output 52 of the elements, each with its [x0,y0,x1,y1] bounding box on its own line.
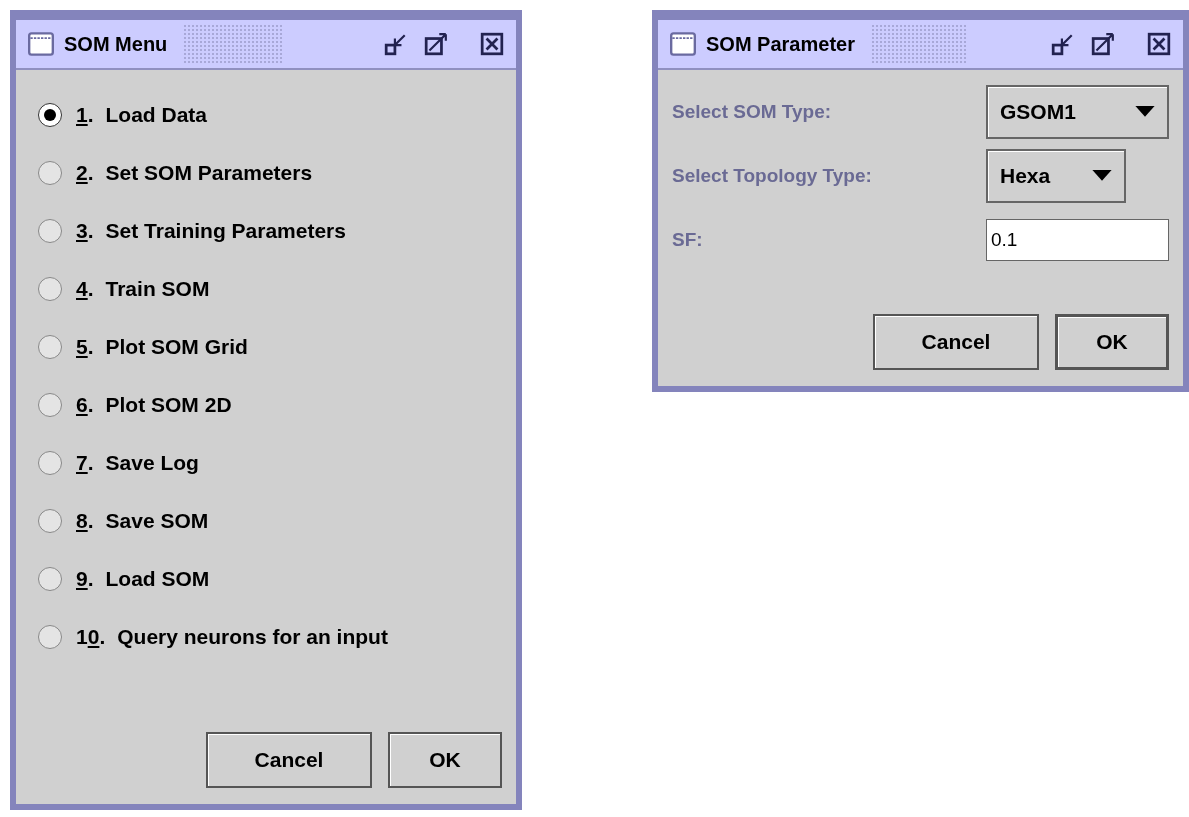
option-label[interactable]: Plot SOM Grid [105,335,248,359]
option-label[interactable]: Set Training Parameters [105,219,346,243]
minimize-icon[interactable] [1051,32,1075,56]
option-number: 3. [76,219,94,243]
window-icon [670,32,696,56]
radio-button[interactable] [38,103,62,127]
dropdown[interactable]: GSOM1 [986,85,1169,139]
radio-button[interactable] [38,219,62,243]
option-number: 8. [76,509,94,533]
option-number: 10. [76,625,106,649]
close-icon[interactable] [1147,32,1171,56]
option-label[interactable]: Save Log [105,451,199,475]
maximize-icon[interactable] [424,32,448,56]
field-label: SF: [672,229,704,251]
caret-icon [1092,170,1112,182]
field-label: Select SOM Type: [672,101,833,123]
option-label[interactable]: Save SOM [105,509,209,533]
option-number: 4. [76,277,94,301]
close-icon[interactable] [480,32,504,56]
dropdown[interactable]: Hexa [986,149,1126,203]
radio-button[interactable] [38,335,62,359]
dialog-button[interactable]: Cancel [873,314,1039,370]
option-label[interactable]: Load Data [105,103,208,127]
option-number: 1. [76,103,94,127]
radio-button[interactable] [38,277,62,301]
input-field[interactable]: 0.1 [986,219,1169,261]
dialog-button[interactable]: Cancel [206,732,372,788]
field-label: Select Topology Type: [672,165,873,187]
maximize-icon[interactable] [1091,32,1115,56]
radio-button[interactable] [38,509,62,533]
option-label[interactable]: Train SOM [105,277,210,301]
radio-button[interactable] [38,567,62,591]
minimize-icon[interactable] [384,32,408,56]
option-label[interactable]: Plot SOM 2D [105,393,232,417]
window-title: SOM Parameter [706,32,855,56]
radio-button[interactable] [38,393,62,417]
option-number: 9. [76,567,94,591]
radio-button[interactable] [38,625,62,649]
option-label[interactable]: Query neurons for an input [117,625,388,649]
option-label[interactable]: Load SOM [105,567,210,591]
option-number: 7. [76,451,94,475]
window-title: SOM Menu [64,32,168,56]
radio-button[interactable] [38,161,62,185]
option-number: 2. [76,161,94,185]
window-icon [28,32,54,56]
dialog-button[interactable]: OK [1055,314,1169,370]
caret-icon [1135,106,1155,118]
option-number: 6. [76,393,94,417]
option-number: 5. [76,335,94,359]
radio-button[interactable] [38,451,62,475]
option-label[interactable]: Set SOM Parameters [105,161,313,185]
dialog-button[interactable]: OK [388,732,502,788]
